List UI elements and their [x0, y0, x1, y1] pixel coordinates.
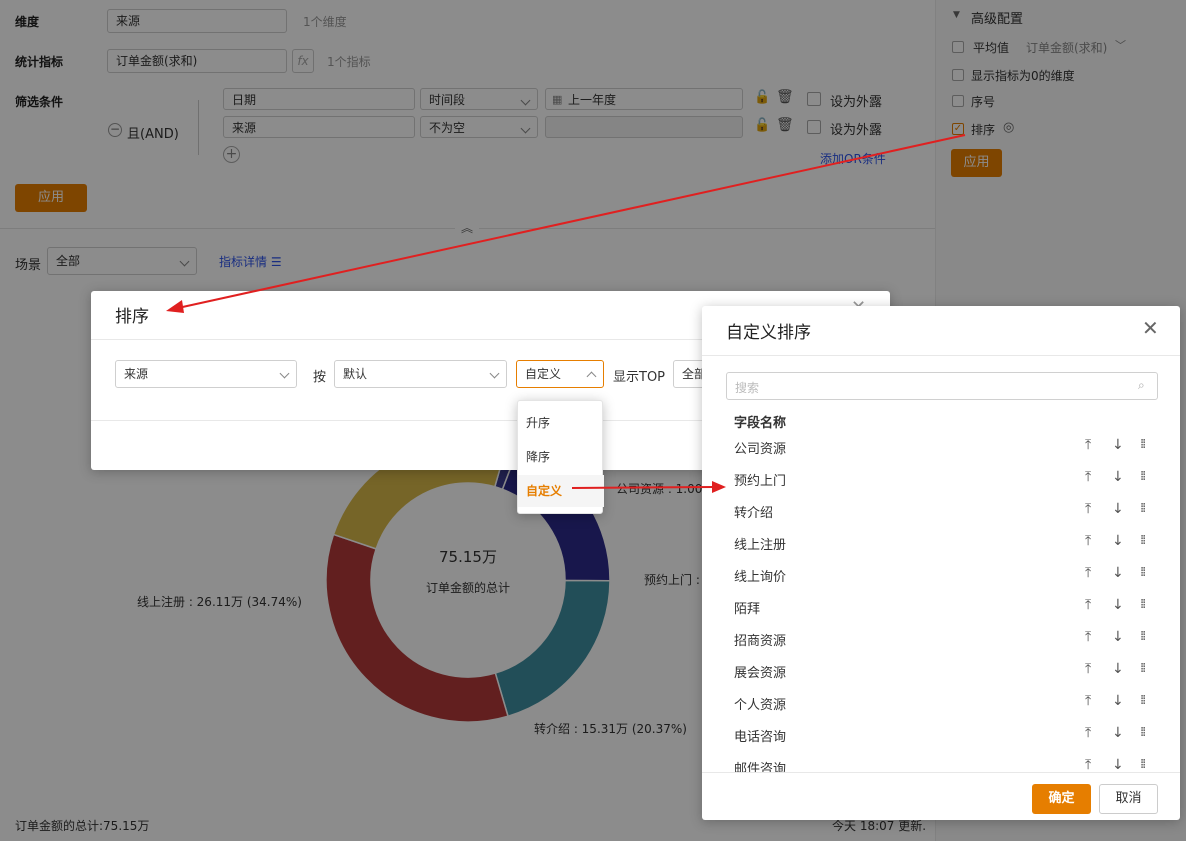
- annotation-arrows: [166, 134, 966, 493]
- arrowhead-2: [712, 481, 726, 493]
- arrowhead-1: [166, 300, 184, 313]
- arrow-line-1: [177, 134, 966, 309]
- arrow-line-2: [571, 486, 716, 489]
